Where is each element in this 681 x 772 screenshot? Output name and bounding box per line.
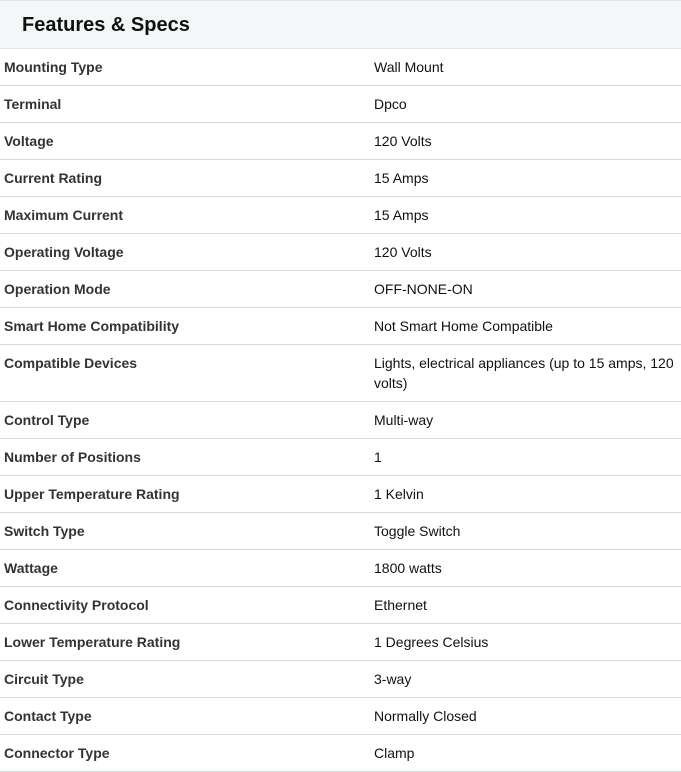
spec-label: Number of Positions (4, 449, 141, 465)
spec-label: Current Rating (4, 170, 102, 186)
spec-row-switch-type: Switch Type Toggle Switch (0, 513, 681, 550)
spec-row-current-rating: Current Rating 15 Amps (0, 160, 681, 197)
specs-table-body: Mounting Type Wall Mount Terminal Dpco V… (0, 49, 681, 772)
spec-value: 120 Volts (374, 244, 432, 260)
spec-label: Voltage (4, 133, 54, 149)
spec-row-upper-temperature-rating: Upper Temperature Rating 1 Kelvin (0, 476, 681, 513)
spec-label: Contact Type (4, 708, 92, 724)
spec-value: Ethernet (374, 597, 427, 613)
spec-row-connector-type: Connector Type Clamp (0, 735, 681, 772)
spec-row-number-of-positions: Number of Positions 1 (0, 439, 681, 476)
spec-label: Connectivity Protocol (4, 597, 149, 613)
spec-value: 120 Volts (374, 133, 432, 149)
spec-value: Multi-way (374, 412, 434, 428)
spec-value: 1 Degrees Celsius (374, 634, 489, 650)
spec-value: Dpco (374, 96, 407, 112)
spec-label: Connector Type (4, 745, 110, 761)
spec-label: Operation Mode (4, 281, 111, 297)
spec-label: Upper Temperature Rating (4, 486, 180, 502)
spec-row-circuit-type: Circuit Type 3-way (0, 661, 681, 698)
spec-value: Lights, electrical appliances (up to 15 … (374, 355, 674, 391)
spec-row-contact-type: Contact Type Normally Closed (0, 698, 681, 735)
spec-label: Wattage (4, 560, 58, 576)
spec-value: 1 (374, 449, 382, 465)
spec-row-terminal: Terminal Dpco (0, 86, 681, 123)
spec-row-operating-voltage: Operating Voltage 120 Volts (0, 234, 681, 271)
spec-label: Control Type (4, 412, 90, 428)
spec-value: Not Smart Home Compatible (374, 318, 553, 334)
spec-value: 1800 watts (374, 560, 442, 576)
spec-value: 15 Amps (374, 170, 429, 186)
specs-table: Mounting Type Wall Mount Terminal Dpco V… (0, 49, 681, 772)
spec-label: Operating Voltage (4, 244, 124, 260)
features-specs-panel: Features & Specs Mounting Type Wall Moun… (0, 0, 681, 772)
spec-row-connectivity-protocol: Connectivity Protocol Ethernet (0, 587, 681, 624)
spec-row-operation-mode: Operation Mode OFF-NONE-ON (0, 271, 681, 308)
spec-value: Wall Mount (374, 59, 444, 75)
spec-value: Toggle Switch (374, 523, 461, 539)
panel-title: Features & Specs (22, 14, 190, 36)
spec-label: Mounting Type (4, 59, 103, 75)
spec-label: Maximum Current (4, 207, 124, 223)
spec-value: 3-way (374, 671, 412, 687)
spec-row-mounting-type: Mounting Type Wall Mount (0, 49, 681, 86)
spec-label: Circuit Type (4, 671, 84, 687)
spec-row-control-type: Control Type Multi-way (0, 402, 681, 439)
spec-value: Clamp (374, 745, 415, 761)
spec-row-lower-temperature-rating: Lower Temperature Rating 1 Degrees Celsi… (0, 624, 681, 661)
spec-label: Smart Home Compatibility (4, 318, 180, 334)
spec-value: 15 Amps (374, 207, 429, 223)
spec-label: Terminal (4, 96, 62, 112)
spec-value: Normally Closed (374, 708, 477, 724)
spec-row-wattage: Wattage 1800 watts (0, 550, 681, 587)
spec-value: 1 Kelvin (374, 486, 424, 502)
spec-label: Compatible Devices (4, 355, 138, 371)
spec-label: Switch Type (4, 523, 85, 539)
spec-row-compatible-devices: Compatible Devices Lights, electrical ap… (0, 345, 681, 402)
panel-header: Features & Specs (0, 0, 681, 49)
spec-row-smart-home-compatibility: Smart Home Compatibility Not Smart Home … (0, 308, 681, 345)
spec-row-maximum-current: Maximum Current 15 Amps (0, 197, 681, 234)
spec-value: OFF-NONE-ON (374, 281, 473, 297)
spec-label: Lower Temperature Rating (4, 634, 181, 650)
spec-row-voltage: Voltage 120 Volts (0, 123, 681, 160)
